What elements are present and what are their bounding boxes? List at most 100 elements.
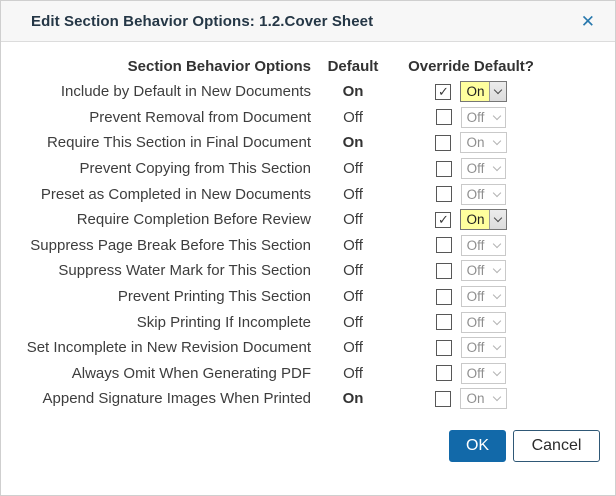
- override-checkbox[interactable]: ✓: [435, 391, 451, 407]
- option-label: Set Incomplete in New Revision Document: [1, 339, 311, 356]
- chevron-down-icon: [488, 287, 505, 306]
- chevron-down-icon: [488, 313, 505, 332]
- override-select: Off: [461, 107, 507, 128]
- override-controls: ✓ Off: [395, 337, 547, 358]
- default-value: Off: [311, 237, 395, 254]
- option-label: Skip Printing If Incomplete: [1, 314, 311, 331]
- default-value: On: [311, 390, 395, 407]
- close-icon[interactable]: ✕: [577, 11, 599, 32]
- override-controls: ✓ Off: [395, 235, 547, 256]
- option-row: Require Completion Before ReviewOff ✓ On: [1, 207, 615, 233]
- override-controls: ✓ Off: [395, 312, 547, 333]
- override-select: Off: [461, 235, 507, 256]
- chevron-down-icon: [488, 185, 505, 204]
- chevron-down-icon: [489, 82, 506, 101]
- ok-button[interactable]: OK: [449, 430, 506, 462]
- override-select-value: Off: [462, 313, 489, 332]
- option-label: Prevent Removal from Document: [1, 109, 311, 126]
- default-value: Off: [311, 314, 395, 331]
- default-value: Off: [311, 160, 395, 177]
- option-row: Preset as Completed in New DocumentsOff✓…: [1, 181, 615, 207]
- override-select-value: Off: [462, 364, 489, 383]
- override-select: Off: [461, 286, 507, 307]
- table-header-row: Section Behavior Options Default Overrid…: [1, 53, 615, 79]
- chevron-down-icon: [489, 389, 506, 408]
- override-select-value: Off: [462, 287, 489, 306]
- chevron-down-icon: [488, 364, 505, 383]
- table-rows: Include by Default in New DocumentsOn✓On…: [1, 79, 615, 412]
- default-value: Off: [311, 288, 395, 305]
- default-value: Off: [311, 186, 395, 203]
- option-label: Suppress Page Break Before This Section: [1, 237, 311, 254]
- override-select: Off: [461, 158, 507, 179]
- chevron-down-icon: [488, 338, 505, 357]
- cancel-button[interactable]: Cancel: [513, 430, 600, 462]
- override-controls: ✓ Off: [395, 184, 547, 205]
- override-select[interactable]: On: [460, 81, 506, 102]
- override-controls: ✓ Off: [395, 260, 547, 281]
- option-label: Require This Section in Final Document: [1, 134, 311, 151]
- override-select: Off: [461, 337, 507, 358]
- checkmark-icon: ✓: [438, 85, 449, 98]
- override-controls: ✓ On: [395, 209, 547, 230]
- edit-section-behavior-dialog: Edit Section Behavior Options: 1.2.Cover…: [0, 0, 616, 496]
- option-row: Set Incomplete in New Revision DocumentO…: [1, 335, 615, 361]
- override-checkbox[interactable]: ✓: [436, 109, 452, 125]
- override-select-value: On: [461, 82, 488, 101]
- override-checkbox[interactable]: ✓: [436, 340, 452, 356]
- dialog-title: Edit Section Behavior Options: 1.2.Cover…: [31, 13, 577, 30]
- option-row: Prevent Copying from This SectionOff✓Off: [1, 156, 615, 182]
- option-label: Include by Default in New Documents: [1, 83, 311, 100]
- default-value: Off: [311, 109, 395, 126]
- override-select: Off: [461, 363, 507, 384]
- option-row: Suppress Page Break Before This SectionO…: [1, 233, 615, 259]
- chevron-down-icon: [489, 210, 506, 229]
- override-controls: ✓ Off: [395, 363, 547, 384]
- override-controls: ✓ Off: [395, 107, 547, 128]
- chevron-down-icon: [488, 159, 505, 178]
- override-select-value: Off: [462, 338, 489, 357]
- override-checkbox[interactable]: ✓: [436, 186, 452, 202]
- chevron-down-icon: [488, 236, 505, 255]
- checkmark-icon: ✓: [438, 213, 449, 226]
- override-checkbox[interactable]: ✓: [435, 135, 451, 151]
- override-select: Off: [461, 312, 507, 333]
- override-controls: ✓On: [395, 132, 547, 153]
- option-row: Suppress Water Mark for This SectionOff✓…: [1, 258, 615, 284]
- override-select: On: [460, 388, 506, 409]
- chevron-down-icon: [488, 261, 505, 280]
- options-table: Section Behavior Options Default Overrid…: [1, 42, 615, 412]
- header-default: Default: [311, 58, 395, 75]
- default-value: Off: [311, 365, 395, 382]
- default-value: Off: [311, 339, 395, 356]
- option-row: Prevent Removal from DocumentOff✓Off: [1, 105, 615, 131]
- override-checkbox[interactable]: ✓: [436, 289, 452, 305]
- default-value: On: [311, 134, 395, 151]
- override-controls: ✓ Off: [395, 158, 547, 179]
- override-select-value: On: [461, 210, 488, 229]
- override-checkbox[interactable]: ✓: [435, 212, 451, 228]
- override-select-value: Off: [462, 261, 489, 280]
- override-checkbox[interactable]: ✓: [436, 263, 452, 279]
- override-checkbox[interactable]: ✓: [436, 161, 452, 177]
- override-checkbox[interactable]: ✓: [435, 84, 451, 100]
- dialog-footer: OK Cancel: [449, 430, 600, 462]
- override-select-value: Off: [462, 185, 489, 204]
- override-select[interactable]: On: [460, 209, 506, 230]
- option-label: Append Signature Images When Printed: [1, 390, 311, 407]
- override-checkbox[interactable]: ✓: [436, 237, 452, 253]
- option-row: Require This Section in Final DocumentOn…: [1, 130, 615, 156]
- chevron-down-icon: [489, 133, 506, 152]
- default-value: On: [311, 83, 395, 100]
- option-row: Always Omit When Generating PDFOff✓Off: [1, 361, 615, 387]
- default-value: Off: [311, 211, 395, 228]
- option-label: Prevent Copying from This Section: [1, 160, 311, 177]
- override-checkbox[interactable]: ✓: [436, 314, 452, 330]
- option-label: Prevent Printing This Section: [1, 288, 311, 305]
- override-checkbox[interactable]: ✓: [436, 365, 452, 381]
- override-select-value: Off: [462, 108, 489, 127]
- option-label: Require Completion Before Review: [1, 211, 311, 228]
- option-row: Include by Default in New DocumentsOn✓On: [1, 79, 615, 105]
- option-label: Preset as Completed in New Documents: [1, 186, 311, 203]
- header-section-behavior-options: Section Behavior Options: [1, 58, 311, 75]
